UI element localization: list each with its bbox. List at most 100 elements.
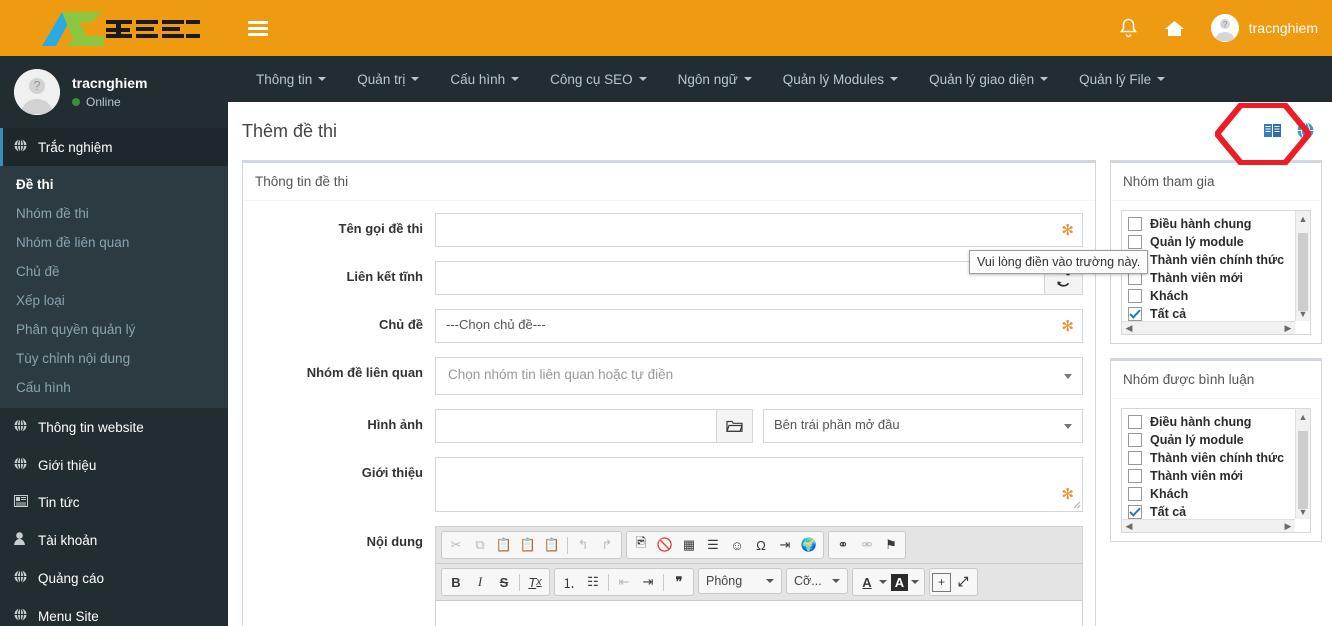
scroll-up-icon[interactable]: ▲: [1296, 211, 1310, 226]
sidebar-subitem-cau-hinh[interactable]: Cấu hình: [0, 373, 228, 402]
scrollbar-thumb[interactable]: [1298, 431, 1308, 509]
iframe-icon[interactable]: 🌍: [797, 533, 821, 557]
background-color-icon[interactable]: A: [891, 573, 908, 591]
checkbox-row[interactable]: Quản lý module: [1128, 431, 1304, 449]
cut-icon[interactable]: ✂: [444, 533, 468, 557]
scrollbar-thumb[interactable]: [1298, 233, 1308, 311]
checkbox-row[interactable]: Thành viên mới: [1128, 467, 1304, 485]
text-color-icon[interactable]: A: [855, 570, 879, 594]
font-family-dropdown[interactable]: Phông: [698, 568, 782, 594]
globe-help-icon[interactable]: [1297, 121, 1314, 142]
navmenu-cong-cu-seo[interactable]: Công cụ SEO: [536, 64, 661, 95]
navmenu-cau-hinh[interactable]: Cấu hình: [436, 64, 533, 95]
checkbox-input[interactable]: [1128, 451, 1142, 465]
anchor-icon[interactable]: ⚑: [879, 533, 903, 557]
sidebar-subitem-phan-quyen-quan-ly[interactable]: Phân quyền quản lý: [0, 315, 228, 344]
paste-from-word-icon[interactable]: 📋: [540, 533, 564, 557]
indent-icon[interactable]: ⇥: [636, 570, 660, 594]
user-menu[interactable]: ? tracnghiem: [1210, 14, 1318, 42]
navmenu-quan-ly-file[interactable]: Quản lý File: [1065, 64, 1179, 95]
scroll-up-icon[interactable]: ▲: [1296, 409, 1310, 424]
checkbox-row[interactable]: Quản lý module: [1128, 233, 1304, 251]
sidebar-subitem-tuy-chinh-noi-dung[interactable]: Tùy chỉnh nội dung: [0, 344, 228, 373]
unlink-icon[interactable]: ⚮: [855, 533, 879, 557]
home-icon[interactable]: [1164, 19, 1185, 38]
checkbox-input-checked[interactable]: [1128, 307, 1142, 321]
checkbox-input[interactable]: [1128, 289, 1142, 303]
table-icon[interactable]: ▦: [677, 533, 701, 557]
checkbox-row[interactable]: Khách: [1128, 485, 1304, 503]
navmenu-thong-tin[interactable]: Thông tin: [242, 64, 340, 95]
smiley-icon[interactable]: ☺: [725, 533, 749, 557]
horizontal-scrollbar[interactable]: ◀ ▶: [1122, 519, 1295, 532]
bold-icon[interactable]: B: [444, 570, 468, 594]
sidebar-item-thong-tin-website[interactable]: Thông tin website: [0, 408, 228, 446]
sidebar-item-tin-tuc[interactable]: Tin tức: [0, 484, 228, 521]
strikethrough-icon[interactable]: S: [492, 570, 516, 594]
checkbox-input-checked[interactable]: [1128, 505, 1142, 519]
redo-icon[interactable]: ↱: [595, 533, 619, 557]
image-icon[interactable]: 🖻: [629, 533, 653, 557]
checkbox-row[interactable]: Thành viên chính thức: [1128, 449, 1304, 467]
sidebar-item-trac-nghiem[interactable]: Trắc nghiệm: [0, 128, 228, 166]
navmenu-quan-ly-modules[interactable]: Quản lý Modules: [769, 64, 912, 95]
remove-format-icon[interactable]: Tx: [523, 570, 547, 594]
scroll-down-icon[interactable]: ▼: [1296, 306, 1310, 321]
link-icon[interactable]: ⚭: [831, 533, 855, 557]
navmenu-quan-ly-giao-dien[interactable]: Quản lý giao diện: [915, 64, 1062, 95]
sidebar-subitem-chu-de[interactable]: Chủ đề: [0, 257, 228, 286]
show-blocks-icon[interactable]: +: [932, 572, 951, 592]
checkbox-row[interactable]: Thành viên mới: [1128, 269, 1304, 287]
outdent-icon[interactable]: ⇤: [612, 570, 636, 594]
book-icon[interactable]: [1263, 122, 1283, 142]
flash-icon[interactable]: 🚫: [653, 533, 677, 557]
nhom-de-lien-quan-select[interactable]: Chọn nhóm tin liên quan hoặc tự điền: [435, 357, 1083, 395]
undo-icon[interactable]: ↰: [571, 533, 595, 557]
hinh-anh-input[interactable]: [435, 409, 717, 443]
page-break-icon[interactable]: ⇥: [773, 533, 797, 557]
navmenu-ngon-ngu[interactable]: Ngôn ngữ: [664, 64, 766, 95]
hamburger-menu-icon[interactable]: [248, 20, 268, 36]
scroll-left-icon[interactable]: ◀: [1122, 322, 1136, 334]
sidebar-subitem-xep-loai[interactable]: Xếp loại: [0, 286, 228, 315]
checkbox-input[interactable]: [1128, 469, 1142, 483]
checkbox-row[interactable]: Điều hành chung: [1128, 413, 1304, 431]
checkbox-input[interactable]: [1128, 235, 1142, 249]
gioi-thieu-textarea[interactable]: [435, 457, 1083, 512]
chu-de-select[interactable]: ---Chọn chủ đề---: [435, 309, 1083, 343]
horizontal-rule-icon[interactable]: ☰: [701, 533, 725, 557]
paste-as-text-icon[interactable]: 📋: [516, 533, 540, 557]
horizontal-scrollbar[interactable]: ◀ ▶: [1122, 321, 1295, 334]
folder-open-icon[interactable]: [716, 409, 753, 443]
checkbox-input[interactable]: [1128, 487, 1142, 501]
maximize-icon[interactable]: ⤢: [951, 570, 975, 594]
checkbox-input[interactable]: [1128, 217, 1142, 231]
special-character-icon[interactable]: Ω: [749, 533, 773, 557]
lien-ket-tinh-input[interactable]: [435, 261, 1044, 295]
ten-goi-de-thi-input[interactable]: [435, 213, 1083, 247]
paste-icon[interactable]: 📋: [492, 533, 516, 557]
editor-content-area[interactable]: [436, 601, 1082, 626]
navmenu-quan-tri[interactable]: Quản trị: [343, 64, 433, 95]
bell-icon[interactable]: [1119, 18, 1138, 39]
app-logo[interactable]: [0, 0, 228, 56]
italic-icon[interactable]: I: [468, 570, 492, 594]
vertical-scrollbar[interactable]: ▲ ▼: [1295, 211, 1310, 321]
checkbox-input[interactable]: [1128, 433, 1142, 447]
sidebar-subitem-nhom-de-lien-quan[interactable]: Nhóm đề liên quan: [0, 228, 228, 257]
sidebar-item-gioi-thieu[interactable]: Giới thiệu: [0, 446, 228, 484]
font-size-dropdown[interactable]: Cỡ...: [786, 568, 848, 594]
image-position-select[interactable]: Bên trái phần mở đầu: [763, 409, 1083, 443]
sidebar-subitem-nhom-de-thi[interactable]: Nhóm đề thi: [0, 199, 228, 228]
copy-icon[interactable]: ⧉: [468, 533, 492, 557]
checkbox-row[interactable]: Thành viên chính thức: [1128, 251, 1304, 269]
scroll-left-icon[interactable]: ◀: [1122, 520, 1136, 532]
checkbox-input[interactable]: [1128, 415, 1142, 429]
vertical-scrollbar[interactable]: ▲ ▼: [1295, 409, 1310, 519]
sidebar-item-quang-cao[interactable]: Quảng cáo: [0, 559, 228, 597]
sidebar-profile[interactable]: ? tracnghiem Online: [0, 56, 228, 128]
scroll-right-icon[interactable]: ▶: [1281, 520, 1295, 532]
checkbox-row[interactable]: Điều hành chung: [1128, 215, 1304, 233]
sidebar-item-menu-site[interactable]: Menu Site: [0, 597, 228, 626]
scroll-down-icon[interactable]: ▼: [1296, 504, 1310, 519]
